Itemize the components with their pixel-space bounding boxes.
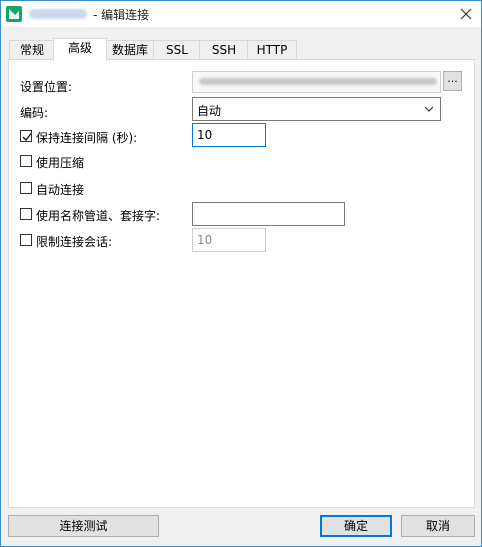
checkmark-icon [22,133,32,141]
compress-checkbox[interactable] [20,155,32,167]
ok-button[interactable]: 确定 [320,515,392,537]
tab-ssl[interactable]: SSL [153,40,201,60]
namedpipe-input[interactable] [192,202,345,226]
edit-connection-dialog: - 编辑连接 常规 高级 数据库 SSL SSH HTTP 设置位置: 编码: … [0,0,482,547]
location-field[interactable] [192,71,441,93]
keepalive-input[interactable]: 10 [192,123,266,147]
encoding-value: 自动 [197,104,222,118]
chevron-down-icon [424,106,434,112]
compress-label: 使用压缩 [36,156,85,170]
limit-sessions-value: 10 [197,233,213,247]
tab-ssh[interactable]: SSH [199,40,249,60]
keepalive-value: 10 [197,128,213,142]
keepalive-label: 保持连接间隔 (秒): [36,131,138,145]
cancel-button[interactable]: 取消 [401,515,475,537]
app-logo-icon [6,6,22,22]
tab-general[interactable]: 常规 [9,40,55,60]
namedpipe-checkbox[interactable] [20,208,32,220]
connection-name-redacted [29,9,87,19]
namedpipe-label: 使用名称管道、套接字: [36,209,161,223]
advanced-panel: 设置位置: 编码: 自动 保持连接间隔 (秒): 10 使用压缩 自动连接 使用… [8,59,475,508]
window-title: - 编辑连接 [93,8,150,22]
encoding-select[interactable]: 自动 [192,97,441,121]
location-path-redacted [199,78,437,85]
autoconnect-checkbox[interactable] [20,182,32,194]
close-icon [460,8,472,20]
browse-button[interactable]: ... [443,71,462,91]
tab-http[interactable]: HTTP [247,40,297,60]
tab-database[interactable]: 数据库 [105,40,155,60]
encoding-label: 编码: [20,106,49,120]
limit-sessions-checkbox[interactable] [20,234,32,246]
close-button[interactable] [453,3,479,25]
title-bar: - 编辑连接 [1,1,481,27]
limit-sessions-label: 限制连接会话: [36,235,113,249]
test-connection-button[interactable]: 连接测试 [8,515,159,537]
limit-sessions-input[interactable]: 10 [192,228,266,252]
keepalive-checkbox[interactable] [20,130,32,142]
autoconnect-label: 自动连接 [36,183,85,197]
tab-advanced[interactable]: 高级 [53,38,107,61]
location-label: 设置位置: [20,80,73,94]
